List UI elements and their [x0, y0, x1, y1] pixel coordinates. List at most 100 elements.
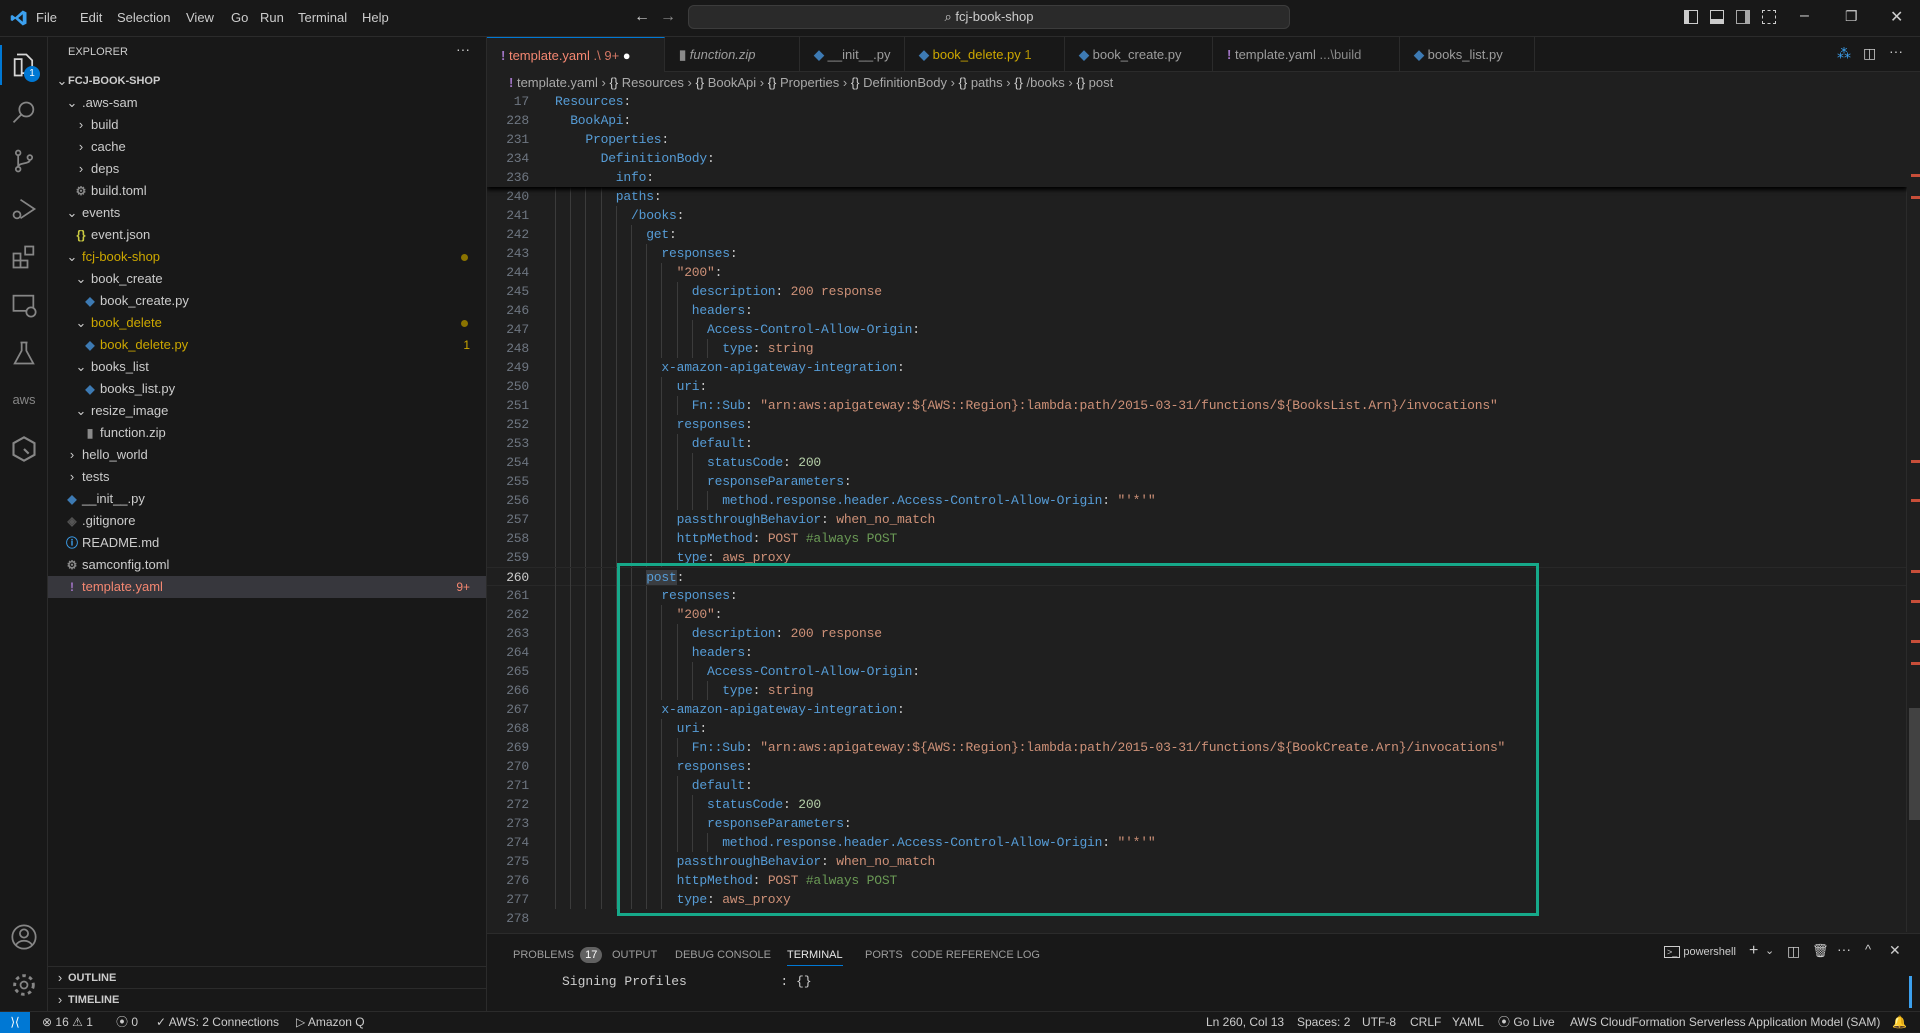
file-item[interactable]: ◆ __init__.py [48, 488, 486, 510]
toggle-panel-icon[interactable] [1710, 10, 1724, 24]
source-control-icon[interactable] [10, 147, 38, 175]
toggle-secondary-sidebar-icon[interactable] [1736, 10, 1750, 24]
code-line[interactable]: 242 get: [487, 225, 1907, 244]
tab-book-delete-py[interactable]: ◆ book_delete.py 1 [905, 37, 1065, 72]
code-line[interactable]: 250 uri: [487, 377, 1907, 396]
code-line[interactable]: 246 headers: [487, 301, 1907, 320]
menu-view[interactable]: View [186, 10, 214, 25]
tab-template-yaml[interactable]: ! template.yaml .\ 9+ ● [487, 37, 665, 72]
code-line[interactable]: 247 Access-Control-Allow-Origin: [487, 320, 1907, 339]
split-editor-icon[interactable]: ◫ [1863, 45, 1876, 62]
timeline-section[interactable]: › TIMELINE [48, 988, 486, 1010]
scrollbar-thumb[interactable] [1909, 708, 1920, 820]
code-line[interactable]: 258 httpMethod: POST #always POST [487, 529, 1907, 548]
file-item[interactable]: ◆ book_create.py [48, 290, 486, 312]
file-item[interactable]: ◈ .gitignore [48, 510, 486, 532]
more-actions-icon[interactable]: ··· [1889, 43, 1903, 59]
tab-book-create-py[interactable]: ◆ book_create.py [1065, 37, 1213, 72]
menu-run[interactable]: Run [260, 10, 284, 25]
folder-item[interactable]: ⌄ books_list [48, 356, 486, 378]
code-line[interactable]: 243 responses: [487, 244, 1907, 263]
encoding-status[interactable]: UTF-8 [1362, 1012, 1396, 1032]
menu-terminal[interactable]: Terminal [298, 10, 347, 25]
code-line[interactable]: 253 default: [487, 434, 1907, 453]
file-item[interactable]: ⚙ samconfig.toml [48, 554, 486, 576]
back-arrow-icon[interactable]: ← [634, 8, 650, 26]
ports-status[interactable]: ⦿ 0 [116, 1012, 138, 1032]
new-terminal-icon[interactable]: + [1749, 942, 1758, 960]
panel-tab-output[interactable]: OUTPUT [612, 944, 657, 966]
amazon-q-icon[interactable] [10, 435, 38, 463]
menu-go[interactable]: Go [231, 10, 248, 25]
settings-gear-icon[interactable] [10, 971, 38, 999]
menu-edit[interactable]: Edit [80, 10, 102, 25]
file-item[interactable]: {} event.json [48, 224, 486, 246]
folder-item[interactable]: ⌄ resize_image [48, 400, 486, 422]
code-line[interactable]: 17 Resources: [487, 92, 1907, 111]
panel-tab-debug-console[interactable]: DEBUG CONSOLE [675, 944, 771, 966]
folder-item[interactable]: › tests [48, 466, 486, 488]
trash-icon[interactable]: 🗑 [1812, 943, 1829, 959]
toggle-primary-sidebar-icon[interactable] [1684, 10, 1698, 24]
tab--init-py[interactable]: ◆ __init__.py [800, 37, 905, 72]
testing-icon[interactable] [10, 339, 38, 367]
code-line[interactable]: 241/books: [487, 206, 1907, 225]
code-line[interactable]: 228 BookApi: [487, 111, 1907, 130]
breadcrumb-item[interactable]: paths [971, 75, 1003, 90]
code-line[interactable]: 231 Properties: [487, 130, 1907, 149]
code-line[interactable]: 257 passthroughBehavior: when_no_match [487, 510, 1907, 529]
cursor-position[interactable]: Ln 260, Col 13 [1206, 1012, 1284, 1032]
amazon-q-status[interactable]: ▷ Amazon Q [296, 1012, 365, 1032]
open-changes-icon[interactable]: ⁂ [1837, 45, 1851, 62]
file-item[interactable]: ▮ function.zip [48, 422, 486, 444]
more-actions-icon[interactable]: ··· [456, 41, 470, 57]
outline-section[interactable]: › OUTLINE [48, 966, 486, 988]
folder-item[interactable]: › deps [48, 158, 486, 180]
language-mode[interactable]: YAML [1452, 1012, 1484, 1032]
code-line[interactable]: 244 "200": [487, 263, 1907, 282]
code-line[interactable]: 251 Fn::Sub: "arn:aws:apigateway:${AWS::R… [487, 396, 1907, 415]
dirty-dot-icon[interactable]: ● [619, 48, 631, 63]
folder-item[interactable]: ⌄ fcj-book-shop [48, 246, 486, 268]
editor-scrollbar[interactable] [1906, 92, 1920, 932]
breadcrumb-item[interactable]: DefinitionBody [863, 75, 947, 90]
problems-status[interactable]: ⊗ 16 ⚠ 1 [42, 1012, 93, 1032]
code-line[interactable]: 248 type: string [487, 339, 1907, 358]
folder-item[interactable]: › hello_world [48, 444, 486, 466]
explorer-root-folder[interactable]: ⌄ FCJ-BOOK-SHOP [48, 70, 486, 92]
code-line[interactable]: 254 statusCode: 200 [487, 453, 1907, 472]
extensions-icon[interactable] [10, 243, 38, 271]
run-debug-icon[interactable] [10, 195, 38, 223]
folder-item[interactable]: ⌄ .aws-sam [48, 92, 486, 114]
forward-arrow-icon[interactable]: → [660, 8, 676, 26]
close-panel-icon[interactable]: ✕ [1889, 942, 1901, 959]
go-live-status[interactable]: ⦿ Go Live [1498, 1012, 1555, 1032]
file-item[interactable]: ⓘ README.md [48, 532, 486, 554]
code-line[interactable]: 236 info: [487, 168, 1907, 187]
code-line[interactable]: 255 responseParameters: [487, 472, 1907, 491]
breadcrumb-item[interactable]: Resources [622, 75, 684, 90]
menu-selection[interactable]: Selection [117, 10, 170, 25]
file-item[interactable]: ◆ books_list.py [48, 378, 486, 400]
panel-tab-code-reference-log[interactable]: CODE REFERENCE LOG [911, 944, 1040, 966]
folder-item[interactable]: ⌄ events [48, 202, 486, 224]
breadcrumb-item[interactable]: template.yaml [517, 75, 598, 90]
eol-status[interactable]: CRLF [1410, 1012, 1441, 1032]
folder-item[interactable]: ⌄ book_create [48, 268, 486, 290]
sticky-scroll[interactable]: 17 Resources: 228 BookApi: 231 Properties: 234… [487, 92, 1907, 187]
notifications-bell-icon[interactable]: 🔔 [1892, 1012, 1907, 1032]
menu-help[interactable]: Help [362, 10, 389, 25]
folder-item[interactable]: › cache [48, 136, 486, 158]
sam-status[interactable]: AWS CloudFormation Serverless Applicatio… [1570, 1012, 1880, 1032]
close-window-icon[interactable]: ✕ [1890, 7, 1903, 27]
tab-template-yaml[interactable]: ! template.yaml ...\build [1213, 37, 1400, 72]
code-line[interactable]: 252 responses: [487, 415, 1907, 434]
breadcrumb-item[interactable]: Properties [780, 75, 839, 90]
file-item[interactable]: ! template.yaml 9+ [48, 576, 486, 598]
code-line[interactable]: 245 description: 200 response [487, 282, 1907, 301]
customize-layout-icon[interactable] [1762, 10, 1776, 24]
file-item[interactable]: ⚙ build.toml [48, 180, 486, 202]
search-icon[interactable] [10, 99, 38, 127]
chevron-down-icon[interactable]: ⌄ [1765, 944, 1774, 957]
panel-tab-terminal[interactable]: TERMINAL [787, 944, 843, 966]
